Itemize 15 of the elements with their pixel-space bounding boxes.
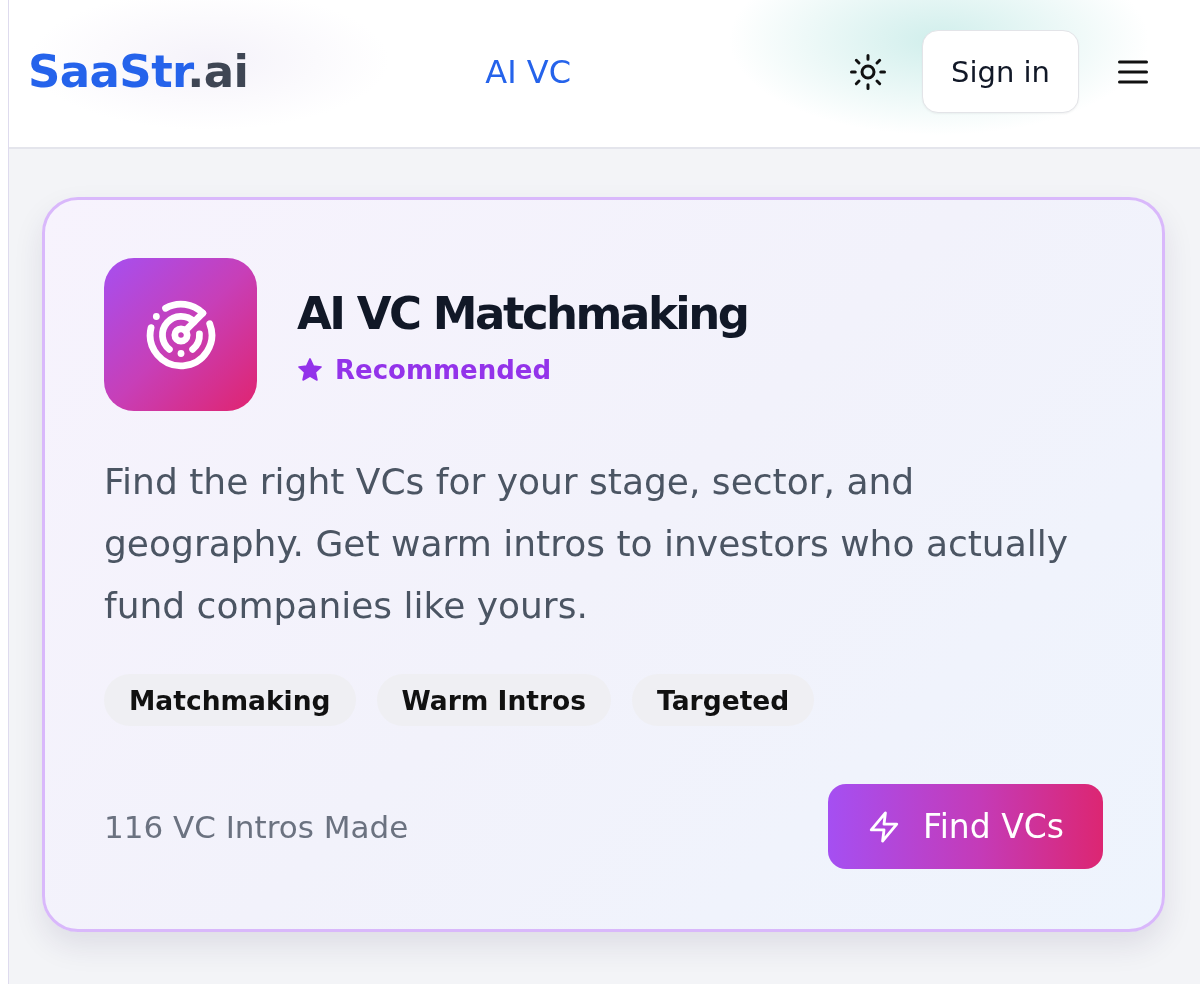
card-description: Find the right VCs for your stage, sector, and geography. Get warm intros to investors who actually fund companies like yours. xyxy=(104,460,1070,628)
menu-icon[interactable] xyxy=(1118,59,1148,84)
sun-icon[interactable] xyxy=(850,53,887,90)
tag-chip: Warm Intros xyxy=(376,674,612,726)
radar-icon xyxy=(104,258,257,411)
tag-chip: Targeted xyxy=(632,674,815,726)
card-title: AI VC Matchmaking xyxy=(297,287,748,340)
logo-wordmark[interactable]: SaaStr.ai xyxy=(28,49,249,94)
recommended-label: Recommended xyxy=(335,355,552,386)
intro-count: 116 VC Intros Made xyxy=(104,808,409,845)
star-icon xyxy=(297,357,323,384)
tag-chip: Matchmaking xyxy=(104,674,356,726)
sign-in-button[interactable]: Sign in xyxy=(922,30,1079,113)
nav-link[interactable]: AI VC xyxy=(485,52,572,91)
find-vcs-button[interactable]: Find VCs xyxy=(828,784,1103,869)
